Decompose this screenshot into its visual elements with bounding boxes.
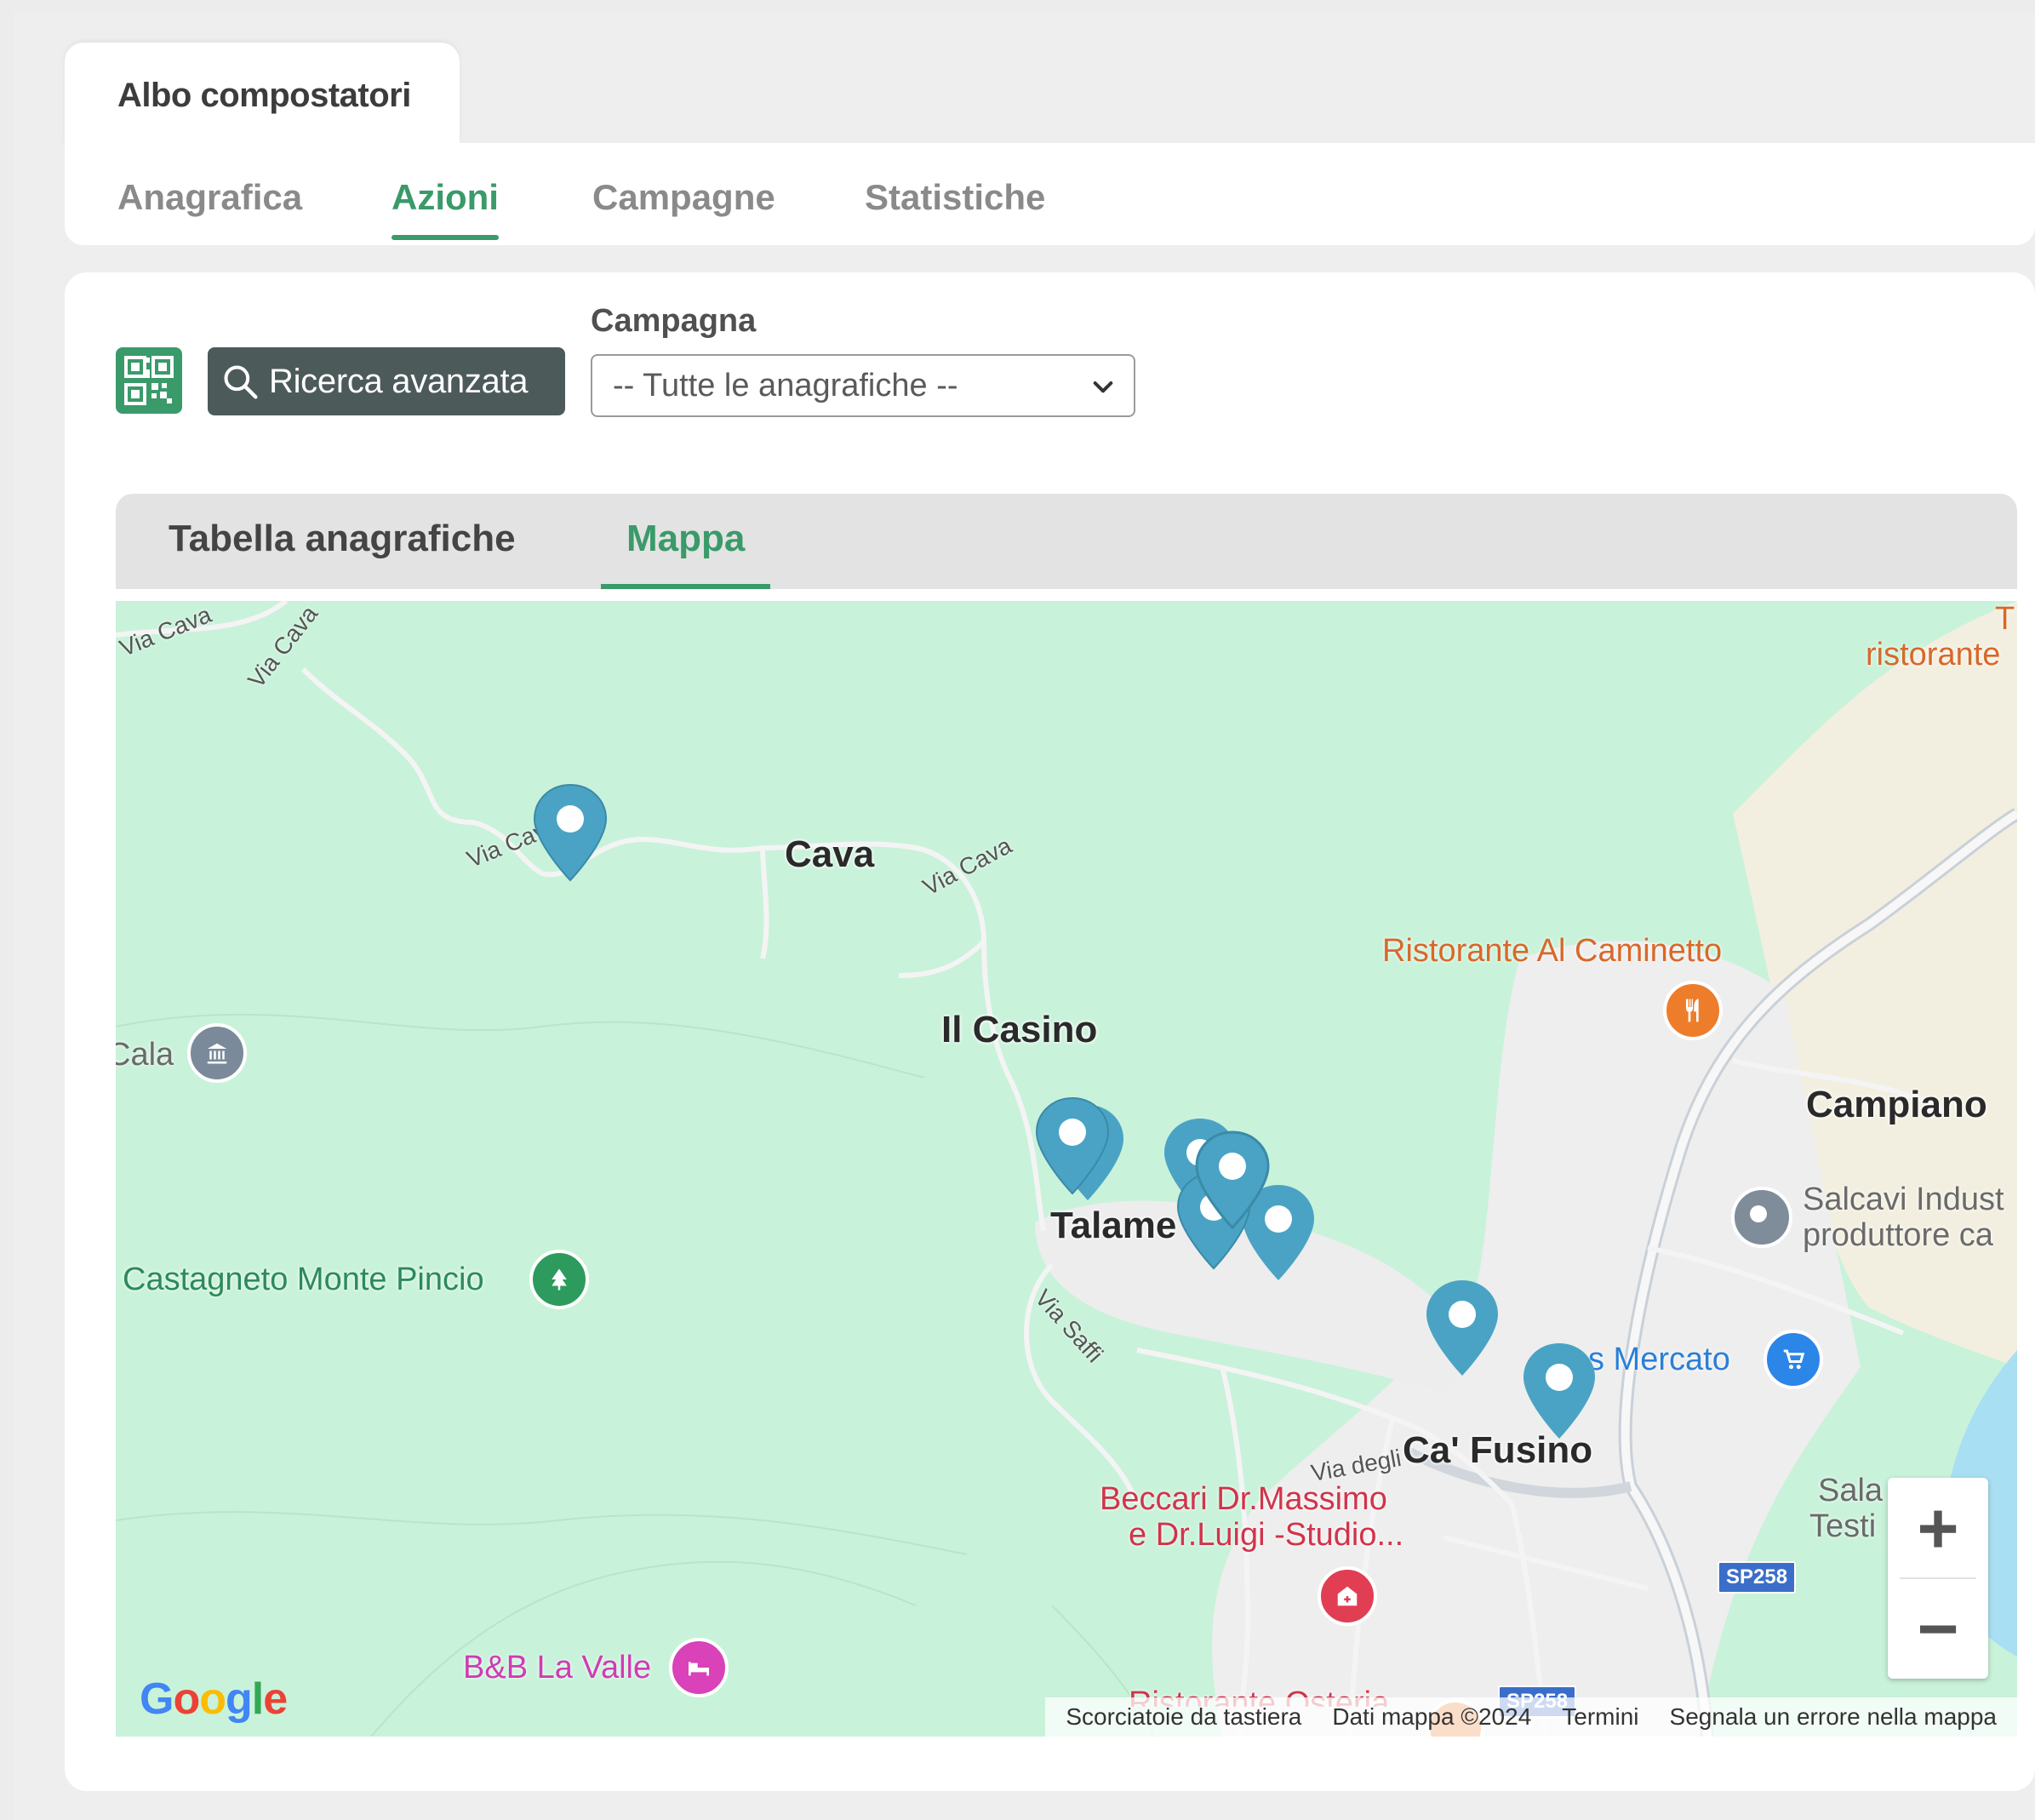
zoom-controls: + −: [1888, 1478, 1988, 1679]
keyboard-shortcuts-link[interactable]: Scorciatoie da tastiera: [1066, 1703, 1301, 1731]
qr-code-icon: [124, 356, 174, 405]
chevron-down-icon: [1093, 381, 1113, 393]
place-label: Il Casino: [941, 1009, 1098, 1050]
poi-label[interactable]: Salcavi Indust: [1803, 1183, 2004, 1216]
poi-label[interactable]: Beccari Dr.Massimo: [1100, 1483, 1387, 1515]
tree-icon[interactable]: [529, 1250, 589, 1309]
qr-scan-button[interactable]: [116, 347, 182, 414]
poi-label: Testi: [1809, 1508, 1877, 1544]
poi-label: produttore ca: [1803, 1217, 1993, 1253]
tab-campagne[interactable]: Campagne: [592, 177, 775, 218]
page-title-tab: Albo compostatori: [65, 43, 460, 145]
poi-label: T: [1995, 601, 2015, 637]
campaign-select[interactable]: -- Tutte le anagrafiche --: [591, 354, 1135, 417]
map-marker-icon[interactable]: [1190, 1129, 1275, 1231]
map-marker-icon[interactable]: [528, 781, 613, 884]
advanced-search-label: Ricerca avanzata: [269, 362, 529, 400]
google-logo: Google: [140, 1674, 288, 1724]
poi-label: ristorante: [1866, 637, 2001, 672]
terms-link[interactable]: Termini: [1562, 1703, 1638, 1731]
tab-tabella-anagrafiche[interactable]: Tabella anagrafiche: [169, 518, 516, 560]
zoom-out-button[interactable]: −: [1888, 1578, 1988, 1679]
poi-label: Sala: [1818, 1473, 1884, 1508]
poi-label[interactable]: Ristorante Al Caminetto: [1382, 935, 1722, 967]
campaign-label: Campagna: [591, 303, 757, 339]
map-footer: Scorciatoie da tastiera Dati mappa ©2024…: [1045, 1697, 2017, 1737]
map-marker-icon[interactable]: [1420, 1277, 1505, 1379]
tab-mappa[interactable]: Mappa: [600, 518, 771, 589]
medical-icon[interactable]: [1318, 1566, 1377, 1626]
poi-label[interactable]: B&B La Valle: [463, 1651, 651, 1684]
tab-statistiche[interactable]: Statistiche: [865, 177, 1045, 218]
road-badge: SP258: [1718, 1561, 1797, 1594]
place-label: Campiano: [1806, 1084, 1987, 1125]
search-icon: [224, 365, 258, 399]
zoom-in-button[interactable]: +: [1888, 1478, 1988, 1578]
poi-label[interactable]: Castagneto Monte Pincio: [123, 1263, 484, 1296]
poi-label: Cala: [116, 1037, 174, 1073]
tab-azioni[interactable]: Azioni: [392, 177, 499, 240]
poi-label: e Dr.Luigi -Studio...: [1129, 1517, 1404, 1553]
place-label: Cava: [785, 833, 875, 875]
map-data-text: Dati mappa ©2024: [1332, 1703, 1532, 1730]
map-marker-icon[interactable]: [1517, 1340, 1602, 1442]
view-tabs: Tabella anagrafiche Mappa: [116, 494, 2017, 589]
restaurant-icon[interactable]: [1663, 981, 1723, 1040]
campaign-selected-value: -- Tutte le anagrafiche --: [613, 367, 958, 403]
shopping-cart-icon[interactable]: [1763, 1330, 1823, 1389]
advanced-search-button[interactable]: Ricerca avanzata: [208, 347, 565, 415]
location-dot-icon[interactable]: [1731, 1187, 1792, 1248]
map-view[interactable]: Via Cava Via Cava Via Cava Via Cava Via …: [116, 601, 2017, 1737]
hotel-bed-icon[interactable]: [669, 1638, 729, 1697]
poi-label[interactable]: s Mercato: [1588, 1343, 1730, 1376]
main-tabs: Anagrafica Azioni Campagne Statistiche: [65, 143, 2035, 245]
tab-anagrafica[interactable]: Anagrafica: [117, 177, 302, 218]
report-error-link[interactable]: Segnala un errore nella mappa: [1670, 1703, 1997, 1731]
museum-icon[interactable]: [187, 1023, 247, 1083]
map-marker-icon[interactable]: [1030, 1095, 1115, 1197]
page-title: Albo compostatori: [117, 77, 411, 114]
